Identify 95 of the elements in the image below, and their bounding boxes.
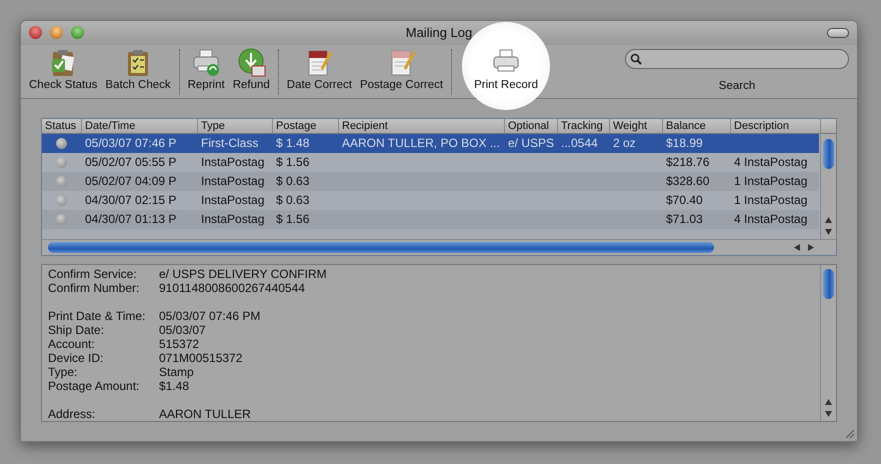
status-dot-icon: [56, 176, 67, 187]
scroll-thumb[interactable]: [823, 269, 834, 299]
toolbar-button[interactable]: Refund: [228, 45, 274, 94]
toolbar-button[interactable]: Print Record: [470, 45, 542, 94]
toolbar-button[interactable]: Batch Check: [101, 45, 175, 94]
column-header[interactable]: Tracking: [558, 119, 610, 133]
field-value: e/ USPS DELIVERY CONFIRM: [159, 267, 327, 281]
search-label: Search: [718, 79, 756, 94]
field-value: 515372: [159, 337, 200, 351]
column-header[interactable]: Description: [731, 119, 821, 133]
table-row[interactable]: 05/03/07 07:46 P First-Class $ 1.48 AARON TULLER, PO BOX ... e/ USPS ...0544 2 oz $18.99: [42, 134, 819, 153]
table-cell: 1 InstaPostag: [734, 193, 808, 207]
field-value: $1.48: [159, 379, 190, 393]
table-cell: $71.03: [666, 212, 703, 226]
table-cell: 05/02/07 04:09 P: [85, 174, 176, 188]
search-field[interactable]: [625, 49, 849, 69]
table-cell: 04/30/07 02:15 P: [85, 193, 176, 207]
field-value: 9101148008600267440544: [159, 281, 305, 295]
table-cell: 2 oz: [613, 136, 636, 150]
table-cell: 05/02/07 05:55 P: [85, 155, 176, 169]
table-cell: InstaPostag: [201, 155, 264, 169]
toolbar-button[interactable]: Postage Correct: [356, 45, 448, 94]
status-dot-icon: [56, 138, 67, 149]
field-value: 071M00515372: [159, 351, 242, 365]
search-icon: [630, 53, 642, 65]
toolbar-button[interactable]: Date Correct: [282, 45, 356, 94]
field-label: Account:: [48, 337, 96, 351]
toolbar-toggle-button[interactable]: [827, 28, 849, 38]
field-label: Type:: [48, 365, 78, 379]
table-cell: 05/03/07 07:46 P: [85, 136, 176, 150]
close-button[interactable]: [29, 26, 42, 39]
status-dot-icon: [56, 214, 67, 225]
field-label: Device ID:: [48, 351, 104, 365]
table-row[interactable]: 05/02/07 04:09 P InstaPostag $ 0.63 $328.60 1 InstaPostag: [42, 172, 819, 191]
vertical-scrollbar[interactable]: [820, 265, 836, 421]
table-cell: InstaPostag: [201, 174, 264, 188]
scroll-thumb[interactable]: [823, 139, 834, 169]
column-header[interactable]: Date/Time: [82, 119, 198, 133]
scroll-right-icon[interactable]: [808, 244, 814, 251]
table-cell: $18.99: [666, 136, 703, 150]
status-dot-icon: [56, 157, 67, 168]
table-cell: ...0544: [561, 136, 598, 150]
field-label: Postage Amount:: [48, 379, 140, 393]
field-value: 05/03/07: [159, 323, 206, 337]
minimize-button[interactable]: [50, 26, 63, 39]
table-cell: 4 InstaPostag: [734, 155, 808, 169]
window-title: Mailing Log: [406, 24, 472, 42]
field-label: Ship Date:: [48, 323, 106, 337]
table-cell: $70.40: [666, 193, 703, 207]
field-label: Address:: [48, 407, 96, 421]
table-cell: $ 1.48: [276, 136, 310, 150]
field-value: 05/03/07 07:46 PM: [159, 309, 260, 323]
table-row[interactable]: 04/30/07 01:13 P InstaPostag $ 1.56 $71.03 4 InstaPostag: [42, 210, 819, 229]
scroll-up-icon[interactable]: [825, 399, 832, 405]
toolbar-button[interactable]: Reprint: [184, 45, 229, 94]
table-cell: $328.60: [666, 174, 710, 188]
column-header[interactable]: Balance: [663, 119, 731, 133]
status-dot-icon: [56, 195, 67, 206]
table-cell: $ 0.63: [276, 174, 310, 188]
horizontal-scrollbar[interactable]: [42, 239, 836, 255]
table-cell: e/ USPS: [508, 136, 554, 150]
column-header[interactable]: Type: [198, 119, 273, 133]
table-cell: $218.76: [666, 155, 710, 169]
column-header[interactable]: Optional: [505, 119, 558, 133]
field-label: Print Date & Time:: [48, 309, 146, 323]
table-cell: InstaPostag: [201, 193, 264, 207]
field-label: Confirm Service:: [48, 267, 138, 281]
table-cell: 04/30/07 01:13 P: [85, 212, 176, 226]
scroll-thumb[interactable]: [48, 242, 714, 253]
resize-grip-icon[interactable]: [843, 427, 855, 439]
column-header[interactable]: Weight: [610, 119, 663, 133]
toolbar-button[interactable]: Check Status: [25, 45, 102, 94]
table-row[interactable]: 04/30/07 02:15 P InstaPostag $ 0.63 $70.40 1 InstaPostag: [42, 191, 819, 210]
table-cell: 1 InstaPostag: [734, 174, 808, 188]
arrow-circle-icon: [236, 47, 266, 77]
scroll-up-icon[interactable]: [825, 217, 832, 223]
field-value: AARON TULLER: [159, 407, 251, 421]
table-row[interactable]: 05/02/07 05:55 P InstaPostag $ 1.56 $218.76 4 InstaPostag: [42, 153, 819, 172]
table-cell: First-Class: [201, 136, 258, 150]
column-header[interactable]: Status: [42, 119, 82, 133]
table-cell: 4 InstaPostag: [734, 212, 808, 226]
table-cell: InstaPostag: [201, 212, 264, 226]
table-cell: $ 1.56: [276, 155, 310, 169]
vertical-scrollbar[interactable]: [820, 135, 836, 239]
column-header[interactable]: Recipient: [339, 119, 505, 133]
table-cell: $ 0.63: [276, 193, 310, 207]
scroll-left-icon[interactable]: [794, 244, 800, 251]
table-cell: AARON TULLER, PO BOX ...: [342, 136, 500, 150]
field-value: Stamp: [159, 365, 194, 379]
scroll-down-icon[interactable]: [825, 229, 832, 235]
table-cell: $ 1.56: [276, 212, 310, 226]
scroll-down-icon[interactable]: [825, 411, 832, 417]
field-label: Confirm Number:: [48, 281, 140, 295]
column-header[interactable]: Postage: [273, 119, 339, 133]
zoom-button[interactable]: [71, 26, 84, 39]
